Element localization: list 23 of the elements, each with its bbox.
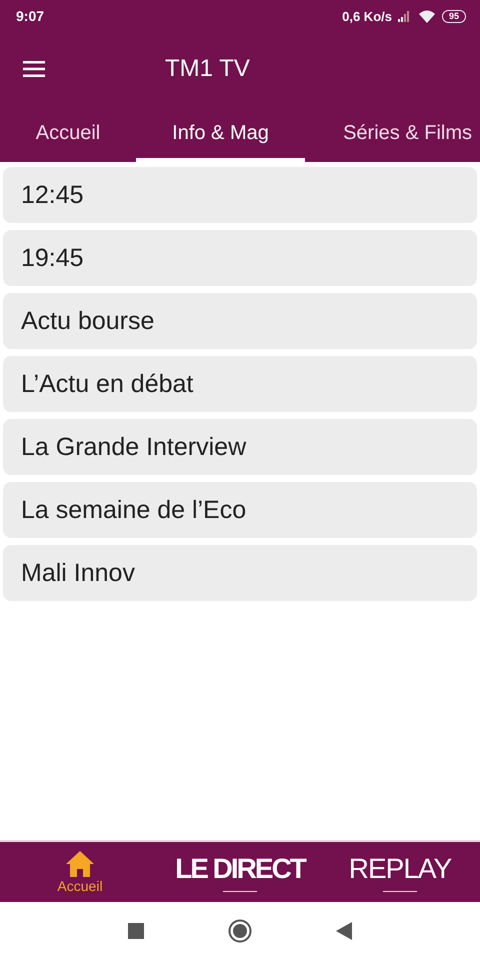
wifi-icon: [418, 10, 436, 22]
nav-item[interactable]: Accueil: [0, 850, 160, 894]
network-speed: 0,6 Ko/s: [342, 8, 392, 24]
list-item[interactable]: La semaine de l’Eco: [3, 482, 477, 538]
list-item[interactable]: Mali Innov: [3, 545, 477, 601]
home-icon: [65, 850, 95, 878]
list-item[interactable]: L’Actu en débat: [3, 356, 477, 412]
nav-item[interactable]: REPLAY: [320, 852, 480, 892]
tab[interactable]: Séries & Films: [305, 109, 480, 162]
back-icon[interactable]: [336, 922, 352, 940]
nav-item[interactable]: LE DIRECT: [160, 852, 320, 892]
list-item[interactable]: 19:45: [3, 230, 477, 286]
battery-indicator: 95: [442, 10, 466, 22]
list-item[interactable]: Actu bourse: [3, 293, 477, 349]
app-title: TM1 TV: [165, 54, 250, 82]
menu-icon[interactable]: [23, 60, 45, 76]
home-button-icon[interactable]: [228, 919, 252, 943]
tab[interactable]: Accueil: [0, 109, 136, 162]
signal-icon: [398, 10, 412, 22]
status-time: 9:07: [16, 8, 44, 24]
list-item[interactable]: 12:45: [3, 167, 477, 223]
list-item[interactable]: La Grande Interview: [3, 419, 477, 475]
tab[interactable]: Info & Mag: [136, 109, 305, 162]
